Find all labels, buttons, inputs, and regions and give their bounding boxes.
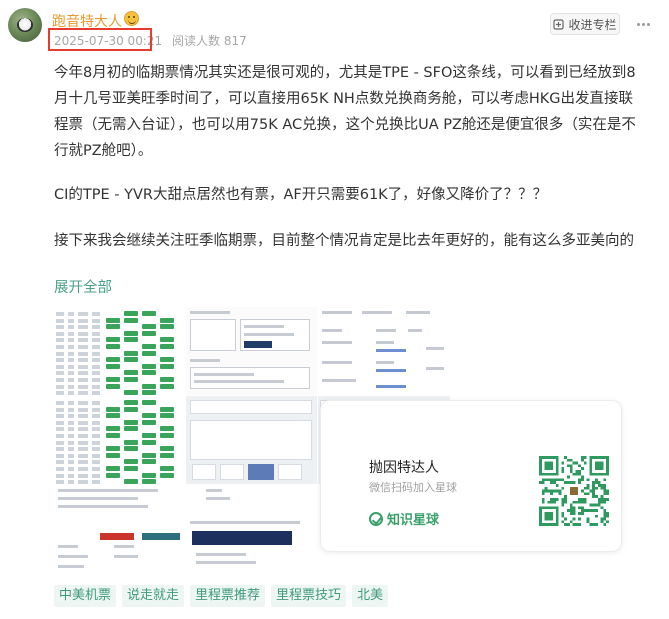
- topic-tag[interactable]: 中美机票: [54, 585, 117, 607]
- reads-count: 817: [223, 34, 247, 48]
- qr-code-icon: [539, 456, 609, 526]
- bookmark-icon: [553, 18, 565, 30]
- screenshot-itinerary[interactable]: [318, 307, 450, 395]
- topic-tag[interactable]: 里程票推荐: [190, 585, 266, 607]
- post-paragraph: CI的TPE - YVR大甜点居然也有票，AF开只需要61K了，好像又降价了？？…: [54, 187, 548, 203]
- topic-tag[interactable]: 里程票技巧: [271, 585, 347, 607]
- qr-card-title: 抛因特达人: [369, 460, 439, 476]
- smile-emoji-icon: [124, 11, 139, 26]
- reads-label: 阅读人数: [171, 34, 220, 48]
- post-paragraph: 今年8月初的临期票情况其实还是很可观的，尤其是TPE - SFO这条线，可以看到…: [54, 65, 636, 159]
- zsxq-logo-icon: [369, 511, 383, 526]
- add-to-column-label: 收进专栏: [568, 17, 617, 32]
- screenshot-price-summary[interactable]: [186, 485, 317, 573]
- qr-card-subtitle: 微信扫码加入星球: [369, 481, 457, 494]
- post-paragraph: 接下来我会继续关注旺季临期票，目前整个情况肯定是比去年更好的，能有这么多亚美向的: [54, 233, 634, 249]
- screenshot-award-calendar-table-2[interactable]: [54, 396, 185, 484]
- tag-list: 中美机票 说走就走 里程票推荐 里程票技巧 北美: [54, 585, 389, 607]
- timestamp-highlight-box: [48, 28, 152, 51]
- topic-tag[interactable]: 说走就走: [122, 585, 185, 607]
- author-avatar[interactable]: [8, 8, 42, 42]
- screenshot-booking-form[interactable]: [186, 307, 317, 395]
- screenshot-award-calendar-table[interactable]: [54, 307, 185, 395]
- screenshot-mobile-fares[interactable]: [54, 485, 185, 573]
- more-options-icon[interactable]: [634, 16, 652, 32]
- topic-tag[interactable]: 北美: [352, 585, 389, 607]
- qr-card-brand: 知识星球: [369, 509, 439, 528]
- post-card: 跑音特大人 2025-07-30 00:21 阅读人数 817 收进专栏 今年8…: [0, 0, 669, 619]
- add-to-column-button[interactable]: 收进专栏: [550, 13, 620, 35]
- qr-join-card[interactable]: 抛因特达人 微信扫码加入星球 知识星球: [320, 400, 622, 552]
- post-body: 今年8月初的临期票情况其实还是很可观的，尤其是TPE - SFO这条线，可以看到…: [54, 60, 644, 274]
- expand-all-link[interactable]: 展开全部: [54, 276, 112, 297]
- qr-card-brand-label: 知识星球: [387, 513, 440, 528]
- screenshot-flight-search[interactable]: [186, 396, 317, 484]
